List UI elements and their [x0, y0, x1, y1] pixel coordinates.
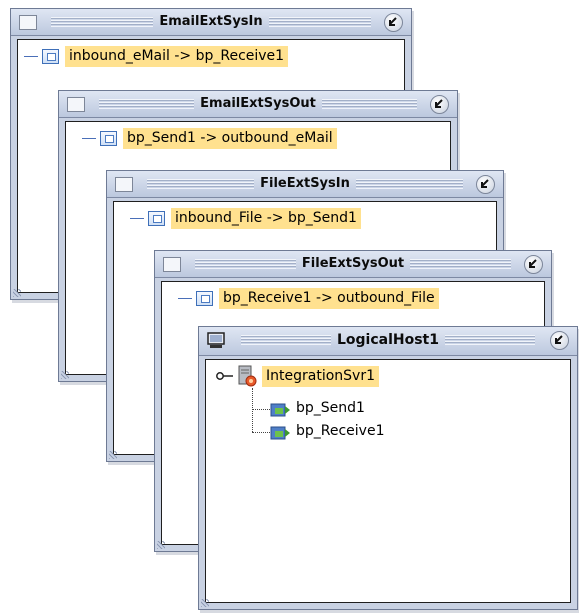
process-icon [270, 426, 290, 440]
connection-label[interactable]: inbound_File -> bp_Send1 [171, 207, 361, 229]
resize-grip[interactable] [61, 371, 69, 379]
connection-label[interactable]: bp_Send1 -> outbound_eMail [123, 127, 337, 149]
collapse-button[interactable] [550, 331, 569, 350]
titlebar[interactable]: LogicalHost1 [199, 327, 577, 356]
tree-connector [24, 55, 38, 57]
server-icon [238, 365, 257, 387]
expand-handle-icon[interactable] [216, 371, 234, 381]
mail-endpoint-icon [100, 130, 117, 146]
window-title: EmailExtSysOut [59, 96, 457, 111]
titlebar[interactable]: FileExtSysIn [107, 171, 503, 198]
window-title: LogicalHost1 [199, 332, 577, 348]
window-title: FileExtSysIn [107, 176, 503, 191]
connection-label[interactable]: inbound_eMail -> bp_Receive1 [65, 45, 289, 67]
tree-connector [178, 297, 192, 299]
resize-grip[interactable] [201, 599, 209, 607]
connection-row[interactable]: bp_Receive1 -> outbound_File [178, 287, 439, 309]
connection-label[interactable]: bp_Receive1 -> outbound_File [219, 287, 439, 309]
collapse-button[interactable] [430, 95, 449, 114]
collapse-arrow-icon [529, 259, 537, 268]
process-icon [270, 403, 290, 417]
window-content: IntegrationSvr1 bp_Send1 bp_Receive1 [205, 359, 571, 603]
collapse-arrow-icon [389, 17, 397, 26]
resize-grip[interactable] [157, 541, 165, 549]
tree-item-bp-send1[interactable]: bp_Send1 [296, 400, 365, 416]
integration-server-label[interactable]: IntegrationSvr1 [262, 366, 379, 387]
file-endpoint-icon [148, 210, 165, 226]
window-title: EmailExtSysIn [11, 14, 411, 29]
window-logicalhost[interactable]: LogicalHost1 IntegrationSvr1 bp_Send1 bp… [198, 326, 578, 610]
file-endpoint-icon [196, 290, 213, 306]
titlebar[interactable]: EmailExtSysIn [11, 9, 411, 36]
collapse-button[interactable] [524, 255, 543, 274]
connection-row[interactable]: inbound_File -> bp_Send1 [130, 207, 361, 229]
connection-row[interactable]: bp_Send1 -> outbound_eMail [82, 127, 337, 149]
tree-connector [130, 217, 144, 219]
tree-line [252, 409, 270, 410]
collapse-arrow-icon [435, 99, 443, 108]
collapse-arrow-icon [481, 179, 489, 188]
resize-grip[interactable] [13, 289, 21, 297]
tree-line [252, 432, 270, 433]
mail-endpoint-icon [42, 48, 59, 64]
window-title: FileExtSysOut [155, 256, 551, 271]
connection-row[interactable]: inbound_eMail -> bp_Receive1 [24, 45, 289, 67]
tree-line [252, 388, 253, 432]
resize-grip[interactable] [109, 451, 117, 459]
collapse-button[interactable] [476, 175, 495, 194]
titlebar[interactable]: EmailExtSysOut [59, 91, 457, 118]
tree-connector [82, 137, 96, 139]
titlebar[interactable]: FileExtSysOut [155, 251, 551, 278]
collapse-button[interactable] [384, 13, 403, 32]
tree-item-bp-receive1[interactable]: bp_Receive1 [296, 423, 385, 439]
collapse-arrow-icon [555, 335, 563, 344]
